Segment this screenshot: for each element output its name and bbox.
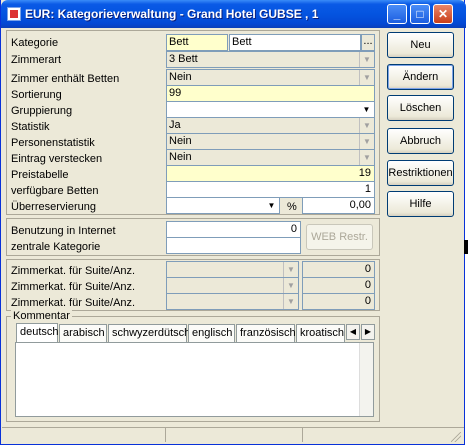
- tab-arabisch[interactable]: arabisch: [59, 324, 107, 342]
- aendern-button[interactable]: Ändern: [387, 64, 454, 90]
- statistik-value: Ja: [169, 119, 181, 131]
- app-icon: [7, 7, 21, 21]
- suite-select-1[interactable]: ▼: [166, 261, 299, 278]
- title-bar[interactable]: EUR: Kategorieverwaltung - Grand Hotel G…: [1, 0, 466, 28]
- chevron-down-icon: ▼: [359, 118, 374, 133]
- suite-label-1: Zimmerkat. für Suite/Anz.: [11, 265, 136, 277]
- chevron-down-icon: ▼: [283, 294, 298, 309]
- zentrale-kategorie-label: zentrale Kategorie: [11, 241, 101, 253]
- ueberreservierung-label: Überreservierung: [11, 201, 96, 213]
- kategorie-browse-button[interactable]: ...: [361, 34, 375, 51]
- neu-button[interactable]: Neu: [387, 32, 454, 58]
- suite-count-3[interactable]: 0: [302, 293, 375, 310]
- tab-franzoesisch[interactable]: französisch: [236, 324, 296, 342]
- benutzung-internet-field[interactable]: 0: [166, 221, 301, 238]
- hilfe-button[interactable]: Hilfe: [387, 191, 454, 217]
- verfuegbare-betten-field[interactable]: 1: [166, 181, 375, 198]
- chevron-down-icon: ▼: [283, 262, 298, 277]
- chevron-down-icon: ▼: [283, 278, 298, 293]
- suite-count-1[interactable]: 0: [302, 261, 375, 278]
- chevron-down-icon: ▼: [359, 52, 374, 67]
- zimmer-betten-value: Nein: [169, 71, 192, 83]
- status-divider: [165, 428, 166, 442]
- eintrag-verstecken-label: Eintrag verstecken: [11, 153, 103, 165]
- kategorie-code-field[interactable]: Bett: [166, 34, 228, 51]
- resize-grip-icon[interactable]: [451, 432, 461, 442]
- personenstatistik-label: Personenstatistik: [11, 137, 95, 149]
- eintrag-verstecken-select[interactable]: Nein ▼: [166, 149, 375, 166]
- suite-select-3[interactable]: ▼: [166, 293, 299, 310]
- suite-label-3: Zimmerkat. für Suite/Anz.: [11, 297, 136, 309]
- eintrag-verstecken-value: Nein: [169, 151, 192, 163]
- tab-schwyzerduetsch[interactable]: schwyzerdütsch: [108, 324, 190, 342]
- zimmer-betten-select[interactable]: Nein ▼: [166, 69, 375, 86]
- verfuegbare-betten-label: verfügbare Betten: [11, 185, 99, 197]
- gruppierung-label: Gruppierung: [11, 105, 73, 117]
- chevron-down-icon: ▼: [359, 150, 374, 165]
- kategorie-label: Kategorie: [11, 37, 59, 49]
- zimmerart-value: 3 Bett: [169, 53, 198, 65]
- loeschen-button[interactable]: Löschen: [387, 95, 454, 121]
- sortierung-field[interactable]: 99: [166, 85, 375, 102]
- chevron-down-icon: ▼: [264, 198, 279, 213]
- tab-kroatisch[interactable]: kroatisch: [296, 324, 345, 342]
- restriktionen-button[interactable]: Restriktionen: [387, 160, 454, 186]
- kommentar-textarea[interactable]: [15, 342, 374, 417]
- suite-label-2: Zimmerkat. für Suite/Anz.: [11, 281, 136, 293]
- memo-scrollbar[interactable]: [359, 343, 373, 416]
- suite-select-2[interactable]: ▼: [166, 277, 299, 294]
- percent-label: %: [287, 201, 297, 213]
- kategorie-name-field[interactable]: Bett: [229, 34, 361, 51]
- minimize-button[interactable]: _: [387, 4, 407, 24]
- preistabelle-field[interactable]: 19: [166, 165, 375, 182]
- tab-englisch[interactable]: englisch: [188, 324, 235, 342]
- sortierung-label: Sortierung: [11, 89, 62, 101]
- ueberreservierung-select[interactable]: ▼: [166, 197, 280, 214]
- personenstatistik-select[interactable]: Nein ▼: [166, 133, 375, 150]
- close-button[interactable]: ✕: [433, 4, 453, 24]
- statistik-label: Statistik: [11, 121, 50, 133]
- main-window: EUR: Kategorieverwaltung - Grand Hotel G…: [0, 0, 466, 445]
- zentrale-kategorie-field[interactable]: [166, 237, 301, 254]
- preistabelle-label: Preistabelle: [11, 169, 69, 181]
- gruppierung-select[interactable]: ▼: [166, 101, 375, 118]
- zimmerart-label: Zimmerart: [11, 54, 62, 66]
- benutzung-internet-label: Benutzung in Internet: [11, 225, 116, 237]
- window-edge-mark: [464, 240, 468, 254]
- statistik-select[interactable]: Ja ▼: [166, 117, 375, 134]
- maximize-button[interactable]: □: [410, 4, 430, 24]
- abbruch-button[interactable]: Abbruch: [387, 128, 454, 154]
- chevron-down-icon: ▼: [359, 102, 374, 117]
- window-title: EUR: Kategorieverwaltung - Grand Hotel G…: [25, 7, 319, 21]
- ueberreservierung-field[interactable]: 0,00: [302, 197, 375, 214]
- tab-scroll-left-icon[interactable]: ◀: [346, 324, 360, 340]
- status-bar: [2, 427, 464, 443]
- kommentar-label: Kommentar: [11, 309, 72, 323]
- status-divider: [302, 428, 303, 442]
- chevron-down-icon: ▼: [359, 70, 374, 85]
- tab-deutsch[interactable]: deutsch: [16, 323, 59, 343]
- zimmerart-select[interactable]: 3 Bett ▼: [166, 51, 375, 68]
- web-restr-button[interactable]: WEB Restr.: [306, 224, 373, 250]
- zimmer-betten-label: Zimmer enthält Betten: [11, 73, 120, 85]
- personenstatistik-value: Nein: [169, 135, 192, 147]
- tab-scroll-right-icon[interactable]: ▶: [361, 324, 375, 340]
- chevron-down-icon: ▼: [359, 134, 374, 149]
- suite-count-2[interactable]: 0: [302, 277, 375, 294]
